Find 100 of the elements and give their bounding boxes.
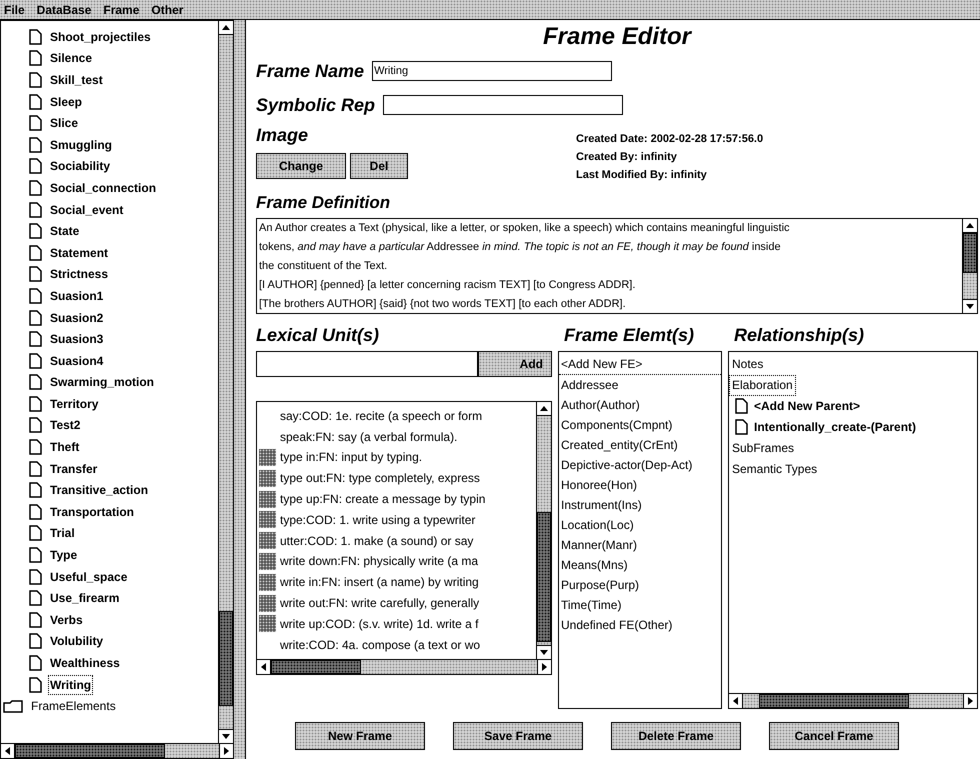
scroll-thumb[interactable] [219, 611, 233, 706]
tree-item[interactable]: Swarming_motion [48, 372, 156, 392]
tree-item[interactable]: Volubility [48, 631, 106, 652]
tree-item[interactable]: Type [48, 545, 80, 566]
tree-item[interactable]: Trial [48, 523, 77, 544]
frame-element-item[interactable]: Means(Mns) [559, 554, 721, 574]
frame-name-field[interactable]: Writing [372, 61, 612, 81]
tree-item[interactable]: Suasion4 [48, 350, 106, 371]
tree-item[interactable]: Social_event [48, 200, 126, 220]
tree-item[interactable]: Silence [48, 48, 94, 68]
tree-item[interactable]: Sociability [48, 156, 112, 176]
frame-element-item[interactable]: Depictive-actor(Dep-Act) [559, 454, 721, 474]
lexical-unit-item[interactable]: type in:FN: input by typing. [280, 448, 422, 466]
tree-item[interactable]: Social_connection [48, 178, 158, 198]
tree-item[interactable]: Use_firearm [48, 588, 122, 608]
tree-item[interactable]: Suasion1 [48, 286, 106, 306]
vertical-scrollbar[interactable] [218, 21, 233, 743]
tree-item[interactable]: Sleep [48, 92, 84, 112]
frame-element-item[interactable]: Location(Loc) [559, 514, 721, 534]
menu-item[interactable]: Other [151, 0, 184, 18]
tree-item[interactable]: Transfer [48, 458, 100, 479]
tree-item[interactable]: Wealthiness [48, 653, 122, 674]
document-icon [29, 417, 42, 434]
tree-item[interactable]: Verbs [48, 610, 85, 630]
tree-item[interactable]: Statement [48, 242, 110, 263]
document-icon [29, 202, 42, 218]
tree-item[interactable]: Suasion2 [48, 308, 106, 328]
frame-element-item[interactable]: Time(Time) [559, 594, 721, 614]
lexical-unit-item[interactable]: speak:FN: say (a verbal formula). [280, 428, 458, 446]
horizontal-scrollbar[interactable] [729, 693, 977, 708]
tree-item[interactable]: Test2 [48, 415, 82, 436]
frame-element-item[interactable]: Components(Cmpnt) [559, 414, 721, 434]
tree-item[interactable]: Territory [48, 394, 100, 414]
lexical-unit-item[interactable]: utter:COD: 1. make (a sound) or say [280, 532, 474, 550]
push-button[interactable]: Change [256, 153, 346, 179]
frame-element-item[interactable]: <Add New FE> [559, 354, 721, 374]
definition-line: the constituent of the Text. [259, 258, 388, 274]
lexical-unit-item[interactable]: write up:COD: (s.v. write) 1d. write a f [280, 614, 478, 633]
lexical-unit-item[interactable]: write:COD: 4a. compose (a text or wo [280, 636, 480, 654]
frame-element-item[interactable]: Purpose(Purp) [559, 574, 721, 594]
document-icon [29, 136, 42, 153]
lexical-unit-item[interactable]: write out:FN: write carefully, generally [280, 594, 480, 612]
scroll-thumb[interactable] [759, 694, 909, 708]
horizontal-scrollbar[interactable] [1, 743, 233, 758]
push-button[interactable]: Add [478, 350, 552, 376]
frame-element-item[interactable]: Undefined FE(Other) [559, 614, 721, 634]
splitter[interactable] [234, 20, 246, 759]
horizontal-scrollbar[interactable] [257, 658, 551, 674]
relationship-item[interactable]: SubFrames [729, 438, 798, 458]
document-icon [29, 633, 42, 650]
tree-item[interactable]: Writing [48, 674, 94, 695]
tree-item[interactable]: Slice [48, 113, 80, 134]
relationship-item[interactable]: Intentionally_create-(Parent) [754, 418, 916, 436]
scroll-thumb[interactable] [537, 512, 551, 642]
lexical-unit-item[interactable]: write in:FN: insert (a name) by writing [280, 573, 479, 592]
menu-item[interactable]: DataBase [36, 0, 92, 18]
frame-element-item[interactable]: Manner(Manr) [559, 534, 721, 554]
tree-item[interactable]: Transitive_action [48, 480, 150, 500]
frame-element-item[interactable]: Author(Author) [559, 394, 721, 414]
tree-item[interactable]: Strictness [48, 264, 110, 284]
relationship-item[interactable]: <Add New Parent> [754, 397, 860, 415]
tree-item[interactable]: Smuggling [48, 134, 114, 155]
lexical-unit-item[interactable]: type out:FN: type completely, express [280, 469, 480, 488]
lexical-unit-item[interactable]: say:COD: 1e. recite (a speech or form [280, 406, 482, 425]
document-icon [29, 482, 42, 498]
lexical-unit-item[interactable]: type:COD: 1. write using a typewriter [280, 510, 476, 529]
document-icon [29, 525, 42, 542]
scroll-thumb[interactable] [963, 232, 977, 272]
menu-item[interactable]: Frame [103, 0, 140, 18]
relationship-item[interactable]: Semantic Types [729, 458, 820, 480]
frame-element-item[interactable]: Instrument(Ins) [559, 494, 721, 514]
lexical-unit-item[interactable]: type up:FN: create a message by typin [280, 490, 486, 508]
frame-element-item[interactable]: Created_entity(CrEnt) [559, 434, 721, 454]
tree-item[interactable]: Transportation [48, 502, 136, 522]
tree-item[interactable]: FrameElements [29, 696, 118, 716]
lexical-unit-input[interactable] [256, 350, 478, 376]
push-button[interactable]: Cancel Frame [769, 722, 899, 750]
vertical-scrollbar[interactable] [962, 218, 977, 312]
relationship-item[interactable]: Notes [729, 354, 766, 374]
tree-item[interactable]: Suasion3 [48, 329, 106, 350]
section-heading: Relationship(s) [733, 324, 866, 347]
tree-item[interactable]: Shoot_projectiles [48, 26, 153, 47]
tree-item[interactable]: Theft [48, 437, 82, 458]
relationship-item[interactable]: Elaboration [729, 374, 796, 396]
push-button[interactable]: Delete Frame [611, 722, 741, 750]
document-icon [29, 612, 42, 628]
symbolic-rep-field[interactable] [383, 95, 624, 115]
vertical-scrollbar[interactable] [536, 402, 551, 658]
menu-item[interactable]: File [4, 0, 25, 18]
tree-item[interactable]: State [48, 221, 82, 242]
frame-element-item[interactable]: Honoree(Hon) [559, 474, 721, 494]
scroll-thumb[interactable] [271, 660, 361, 674]
scroll-thumb[interactable] [15, 744, 165, 758]
tree-item[interactable]: Useful_space [48, 566, 130, 587]
push-button[interactable]: Save Frame [453, 722, 583, 750]
push-button[interactable]: New Frame [295, 722, 425, 750]
lexical-unit-item[interactable]: write down:FN: physically write (a ma [280, 552, 478, 570]
tree-item[interactable]: Skill_test [48, 70, 105, 90]
push-button[interactable]: Del [350, 153, 408, 179]
frame-element-item[interactable]: Addressee [559, 374, 721, 394]
